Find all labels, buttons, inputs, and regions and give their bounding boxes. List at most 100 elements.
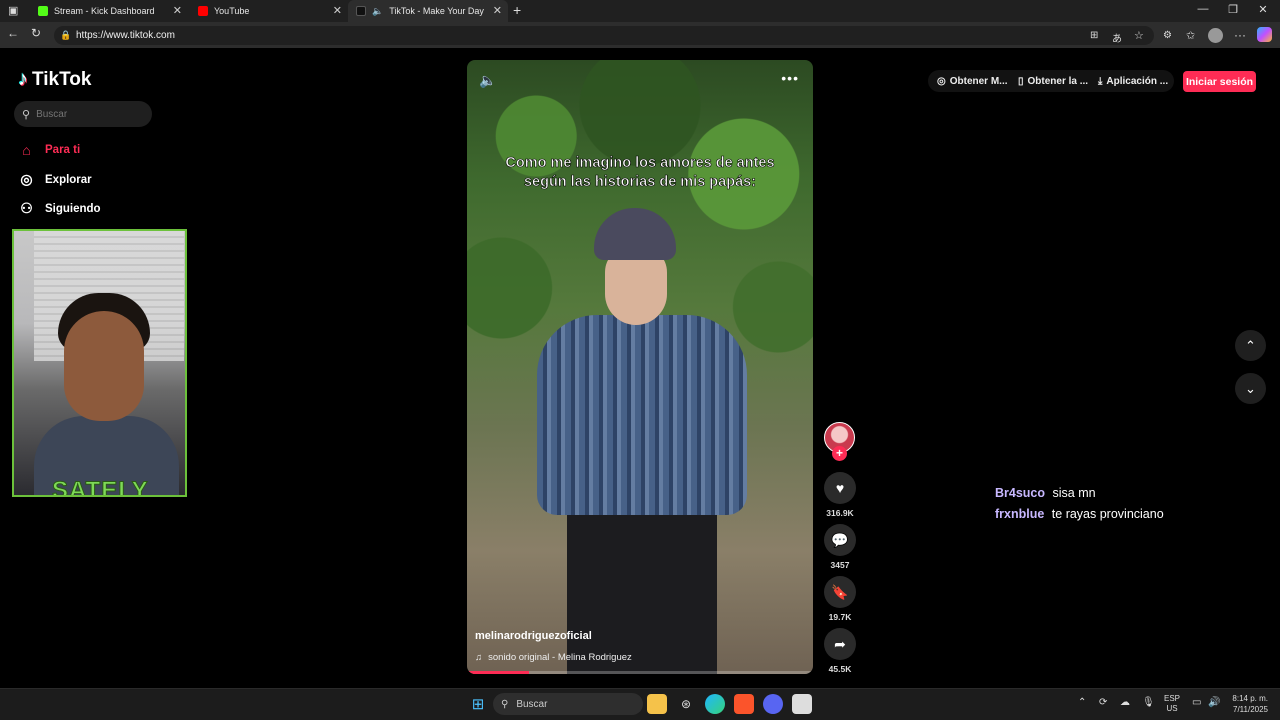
logo-text: TikTok — [32, 68, 92, 90]
save-button[interactable]: 🔖 — [824, 576, 856, 608]
search-icon: ⚲ — [501, 698, 509, 710]
person-icon: ⚇ — [20, 200, 33, 216]
comment-count: 3457 — [830, 560, 850, 570]
login-button[interactable]: Iniciar sesión — [1183, 71, 1256, 92]
tray-chevron-up-icon[interactable]: ⌃ — [1078, 697, 1086, 708]
previous-video-button[interactable]: ⌃ — [1235, 330, 1266, 361]
back-icon[interactable]: ← — [7, 26, 19, 40]
volume-icon[interactable]: 🔊 — [1208, 697, 1220, 708]
nav-label: Siguiendo — [45, 202, 101, 215]
chat-text: te rayas provinciano — [1051, 507, 1164, 521]
close-tab-icon[interactable]: ✕ — [493, 5, 502, 17]
compass-icon: ◎ — [20, 171, 33, 187]
chevron-down-icon: ⌄ — [1245, 380, 1256, 396]
microphone-icon[interactable]: 🎙 — [1142, 697, 1155, 708]
speaker-icon[interactable]: 🔈 — [372, 6, 383, 17]
nav-label: Explorar — [45, 173, 92, 186]
close-tab-icon[interactable]: ✕ — [333, 5, 342, 17]
video-progress-bar[interactable] — [467, 671, 813, 674]
tab-title: YouTube — [214, 6, 250, 16]
windows-start-icon[interactable]: ⊞ — [468, 694, 488, 714]
refresh-icon[interactable]: ↻ — [31, 26, 41, 40]
get-coins-link[interactable]: ◎ Obtener M... — [937, 70, 1008, 92]
nav-explore[interactable]: ◎ Explorar — [18, 171, 92, 188]
keyboard-layout: US — [1166, 704, 1178, 713]
restore-icon[interactable]: ❐ — [1218, 3, 1248, 16]
file-explorer-icon[interactable] — [647, 694, 667, 714]
copilot-icon[interactable] — [1257, 27, 1272, 42]
comment-button[interactable]: 💬 — [824, 524, 856, 556]
phone-icon: ▯ — [1018, 75, 1024, 87]
video-sound[interactable]: ♫ sonido original - Melina Rodriguez — [475, 652, 632, 663]
volume-icon[interactable]: 🔈 — [479, 72, 496, 89]
brave-browser-icon[interactable] — [734, 694, 754, 714]
sound-label: sonido original - Melina Rodriguez — [488, 652, 632, 663]
search-input[interactable] — [36, 108, 137, 120]
new-tab-icon[interactable]: + — [513, 2, 521, 18]
discord-icon[interactable] — [763, 694, 783, 714]
clock-date: 7/11/2025 — [1233, 705, 1268, 714]
share-icon: ➦ — [834, 635, 846, 652]
nav-label: Para ti — [45, 144, 81, 156]
lock-icon: 🔒 — [60, 30, 72, 40]
nav-following[interactable]: ⚇ Siguiendo — [18, 200, 101, 217]
tiktok-favicon-icon — [356, 6, 366, 16]
streamer-face — [64, 311, 144, 421]
save-count: 19.7K — [828, 612, 852, 622]
get-app-label: Obtener la ... — [1027, 75, 1089, 87]
more-menu-icon[interactable]: ··· — [1234, 28, 1246, 42]
desktop-app-label: Aplicación ... — [1106, 75, 1169, 87]
nav-for-you[interactable]: ⌂ Para ti — [18, 142, 80, 158]
more-options-icon[interactable]: ••• — [781, 70, 799, 86]
close-tab-icon[interactable]: ✕ — [173, 5, 182, 17]
chatgpt-icon[interactable]: ⊛ — [676, 694, 696, 714]
edge-browser-icon[interactable] — [705, 694, 725, 714]
address-bar[interactable] — [54, 26, 1154, 45]
language-code: ESP — [1164, 694, 1181, 703]
video-player[interactable]: Como me imagino los amores de antes segú… — [467, 60, 813, 674]
sync-icon[interactable]: ⟳ — [1099, 697, 1107, 708]
webcam-brand-text: SATELY — [52, 477, 149, 497]
network-icon[interactable]: ▭ — [1192, 697, 1201, 708]
desktop-app-link[interactable]: ⤓ Aplicación ... — [1098, 70, 1168, 92]
onedrive-cloud-icon[interactable]: ☁ — [1120, 697, 1130, 708]
taskbar-search[interactable]: ⚲ Buscar — [493, 693, 643, 715]
url-text[interactable]: https://www.tiktok.com — [76, 30, 175, 41]
tab-tiktok[interactable]: 🔈 TikTok - Make Your Day ✕ — [348, 0, 508, 22]
favorites-icon[interactable]: ✩ — [1186, 29, 1195, 42]
profile-avatar[interactable] — [1208, 28, 1223, 43]
video-author[interactable]: melinarodriguezoficial — [475, 630, 592, 642]
get-app-link[interactable]: ▯ Obtener la ... — [1018, 70, 1088, 92]
favorite-star-icon[interactable]: ☆ — [1134, 29, 1144, 42]
clock-time: 8:14 p. m. — [1232, 694, 1268, 703]
follow-plus-icon[interactable]: + — [832, 446, 847, 461]
extensions-icon[interactable]: ⚙ — [1163, 30, 1172, 41]
tab-actions-icon[interactable]: ▣ — [8, 4, 18, 17]
kick-favicon-icon — [38, 6, 48, 16]
coin-icon: ◎ — [937, 75, 946, 87]
share-button[interactable]: ➦ — [824, 628, 856, 660]
close-window-icon[interactable]: ✕ — [1248, 3, 1278, 16]
like-button[interactable]: ♥ — [824, 472, 856, 504]
next-video-button[interactable]: ⌄ — [1235, 373, 1266, 404]
home-icon: ⌂ — [22, 142, 31, 158]
chat-username: frxnblue — [995, 507, 1045, 521]
minimize-icon[interactable]: — — [1188, 3, 1218, 15]
share-count: 45.5K — [828, 664, 852, 674]
chat-message: Br4suco sisa mn — [995, 486, 1096, 500]
youtube-favicon-icon — [198, 6, 208, 16]
caption-line: Como me imagino los amores de antes — [505, 155, 775, 172]
app-available-icon[interactable]: ⊞ — [1090, 30, 1098, 41]
tiktok-note-icon: ♪ — [18, 68, 28, 90]
language-indicator[interactable]: ESP US — [1164, 694, 1180, 714]
tab-youtube[interactable]: YouTube ✕ — [190, 0, 348, 22]
clock[interactable]: 8:14 p. m. 7/11/2025 — [1226, 693, 1268, 715]
tab-kick[interactable]: Stream - Kick Dashboard ✕ — [30, 0, 188, 22]
webcam-overlay: SATELY — [12, 229, 187, 497]
video-caption: Como me imagino los amores de antes segú… — [487, 154, 793, 192]
tiktok-logo[interactable]: ♪ TikTok — [18, 68, 91, 91]
search-box[interactable]: ⚲ — [14, 101, 152, 127]
tab-title: Stream - Kick Dashboard — [54, 6, 155, 16]
translate-icon[interactable]: あ — [1112, 30, 1122, 45]
streaming-app-icon[interactable] — [792, 694, 812, 714]
